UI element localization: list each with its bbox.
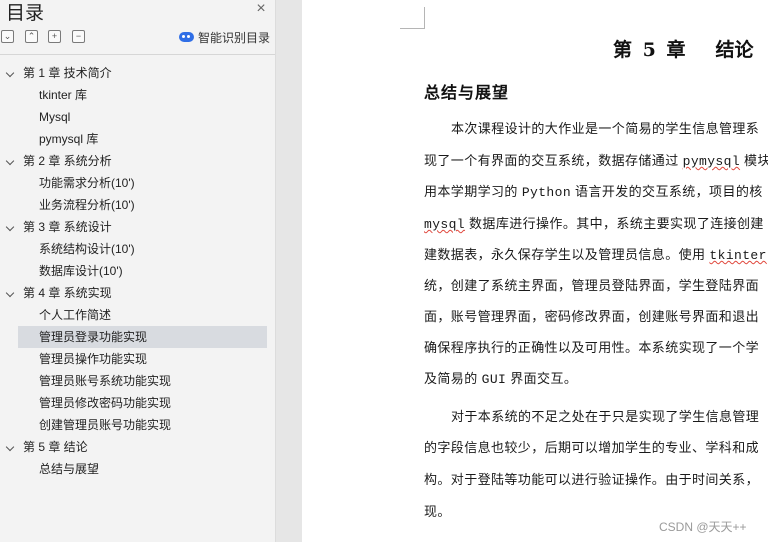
toolbar-divider [0, 54, 275, 55]
toc-section-item[interactable]: 数据库设计(10') [0, 260, 275, 282]
paragraph-line: mysql 数据库进行操作。其中，系统主要实现了连接创建 [424, 213, 764, 232]
toc-item-label: 第 1 章 技术简介 [23, 66, 112, 80]
add-heading-icon[interactable]: + [48, 30, 61, 43]
text-run: 及简易的 [424, 371, 482, 386]
inline-code-text: mysql [424, 217, 466, 232]
toc-item-label: 个人工作简述 [39, 308, 112, 322]
paragraph-line: 确保程序执行的正确性以及可用性。本系统实现了一个学 [424, 337, 759, 356]
paragraph-line: 及简易的 GUI 界面交互。 [424, 368, 577, 387]
text-run: 数据库进行操作。其中，系统主要实现了连接创建 [465, 216, 764, 231]
smart-toc-label: 智能识别目录 [198, 30, 271, 45]
toc-section-item[interactable]: Mysql [0, 106, 275, 128]
chevron-down-icon[interactable] [5, 68, 15, 78]
chapter-number: 第 5 章 [613, 39, 686, 61]
toc-item-label: 第 2 章 系统分析 [23, 154, 112, 168]
text-run: 的字段信息也较少，后期可以增加学生的专业、学科和成 [424, 440, 760, 455]
ai-cloud-icon [179, 32, 194, 42]
toc-chapter-item[interactable]: 第 5 章 结论 [0, 436, 275, 458]
paragraph-line: 面，账号管理界面，密码修改界面，创建账号界面和退出 [424, 306, 759, 325]
text-run: 现。 [424, 504, 451, 519]
paragraph-line: 的字段信息也较少，后期可以增加学生的专业、学科和成 [424, 437, 759, 456]
paragraph-line: 现了一个有界面的交互系统，数据存储通过 pymysql 模块 [424, 150, 768, 169]
toc-item-label: 功能需求分析(10') [39, 176, 135, 190]
inline-code-text: tkinter [709, 248, 767, 263]
toc-section-item[interactable]: 系统结构设计(10') [0, 238, 275, 260]
toc-item-label: 数据库设计(10') [39, 264, 123, 278]
toc-section-item[interactable]: 创建管理员账号功能实现 [0, 414, 275, 436]
toc-item-label: 创建管理员账号功能实现 [39, 418, 172, 432]
smart-toc-button[interactable]: 智能识别目录 [179, 29, 270, 45]
chevron-down-icon[interactable] [5, 288, 15, 298]
text-run: 对于本系统的不足之处在于只是实现了学生信息管理 [451, 409, 760, 424]
text-run: 界面交互。 [506, 371, 578, 386]
toc-pane: 目录 × ⌄ ⌃ + − 智能识别目录 第 1 章 技术简介 tkinter 库 M… [0, 0, 276, 542]
chevron-up-icon[interactable]: ⌃ [25, 30, 38, 43]
chevron-down-icon[interactable] [5, 442, 15, 452]
toc-section-item[interactable]: 总结与展望 [0, 458, 275, 480]
watermark: CSDN @天天++ [659, 520, 747, 534]
text-run: 面，账号管理界面，密码修改界面，创建账号界面和退出 [424, 309, 760, 324]
toc-item-label: 第 5 章 结论 [23, 440, 88, 454]
toc-section-item[interactable]: 业务流程分析(10') [0, 194, 275, 216]
paragraph-line: 统，创建了系统主界面，管理员登陆界面，学生登陆界面 [424, 275, 759, 294]
document-page[interactable] [302, 0, 768, 542]
toc-item-label: Mysql [39, 110, 71, 124]
document-canvas-margin [276, 0, 302, 542]
toc-item-label: 第 3 章 系统设计 [23, 220, 112, 234]
text-run: 建数据表，永久保存学生以及管理员信息。使用 [424, 247, 710, 262]
toc-item-label: 业务流程分析(10') [39, 198, 135, 212]
toc-section-item[interactable]: 功能需求分析(10') [0, 172, 275, 194]
toc-chapter-item[interactable]: 第 3 章 系统设计 [0, 216, 275, 238]
toc-chapter-item[interactable]: 第 2 章 系统分析 [0, 150, 275, 172]
text-run: 统，创建了系统主界面，管理员登陆界面，学生登陆界面 [424, 278, 760, 293]
toc-section-item[interactable]: 管理员修改密码功能实现 [0, 392, 275, 414]
close-icon[interactable]: × [253, 1, 269, 17]
inline-code-text: pymysql [682, 154, 741, 169]
toc-item-label: tkinter 库 [39, 88, 88, 102]
paragraph-line: 建数据表，永久保存学生以及管理员信息。使用 tkinter [424, 244, 767, 263]
text-run: 确保程序执行的正确性以及可用性。本系统实现了一个学 [424, 340, 760, 355]
chevron-down-icon[interactable] [5, 222, 15, 232]
toc-section-item[interactable]: 个人工作简述 [0, 304, 275, 326]
paragraph-line: 现。 [424, 501, 451, 520]
toc-item-label: 管理员账号系统功能实现 [39, 374, 172, 388]
section-heading[interactable]: 总结与展望 [424, 79, 509, 103]
paragraph-line: 本次课程设计的大作业是一个简易的学生信息管理系 [451, 118, 759, 137]
text-run: 现了一个有界面的交互系统，数据存储通过 [424, 153, 683, 168]
chapter-heading[interactable]: 第 5 章 结论 [613, 35, 753, 62]
paragraph-line: 用本学期学习的 Python 语言开发的交互系统，项目的核 [424, 181, 763, 200]
toc-item-label: pymysql 库 [39, 132, 99, 146]
paragraph-line: 构。对于登陆等功能可以进行验证操作。由于时间关系， [424, 469, 759, 488]
toc-chapter-item[interactable]: 第 4 章 系统实现 [0, 282, 275, 304]
toc-chapter-item[interactable]: 第 1 章 技术简介 [0, 62, 275, 84]
toc-item-label: 管理员修改密码功能实现 [39, 396, 172, 410]
toc-item-label: 管理员登录功能实现 [39, 330, 148, 344]
toc-section-item[interactable]: pymysql 库 [0, 128, 275, 150]
chapter-name: 结论 [715, 39, 754, 61]
text-run: 构。对于登陆等功能可以进行验证操作。由于时间关系， [424, 472, 760, 487]
inline-code-text: Python [521, 185, 572, 200]
page-corner-mark [400, 7, 425, 29]
toc-item-label: 系统结构设计(10') [39, 242, 135, 256]
text-run: 本次课程设计的大作业是一个简易的学生信息管理系 [451, 121, 760, 136]
text-run: 用本学期学习的 [424, 184, 522, 199]
chevron-down-icon[interactable] [5, 156, 15, 166]
toc-item-label: 总结与展望 [39, 462, 100, 476]
toc-tree: 第 1 章 技术简介 tkinter 库 Mysql pymysql 库第 2 章 系… [0, 62, 275, 480]
collapse-all-icon[interactable]: ⌄ [1, 30, 14, 43]
toc-item-label: 第 4 章 系统实现 [23, 286, 112, 300]
toc-item-label: 管理员操作功能实现 [39, 352, 148, 366]
toc-section-item[interactable]: tkinter 库 [0, 84, 275, 106]
toc-pane-title: 目录 [6, 3, 45, 24]
toc-section-item[interactable]: 管理员账号系统功能实现 [0, 370, 275, 392]
toc-section-item[interactable]: 管理员登录功能实现 [0, 326, 275, 348]
toc-section-item[interactable]: 管理员操作功能实现 [0, 348, 275, 370]
text-run: 模块 [740, 153, 768, 168]
inline-code-text: GUI [481, 372, 507, 387]
remove-heading-icon[interactable]: − [72, 30, 85, 43]
paragraph-line: 对于本系统的不足之处在于只是实现了学生信息管理 [451, 406, 759, 425]
text-run: 语言开发的交互系统，项目的核 [571, 184, 763, 199]
